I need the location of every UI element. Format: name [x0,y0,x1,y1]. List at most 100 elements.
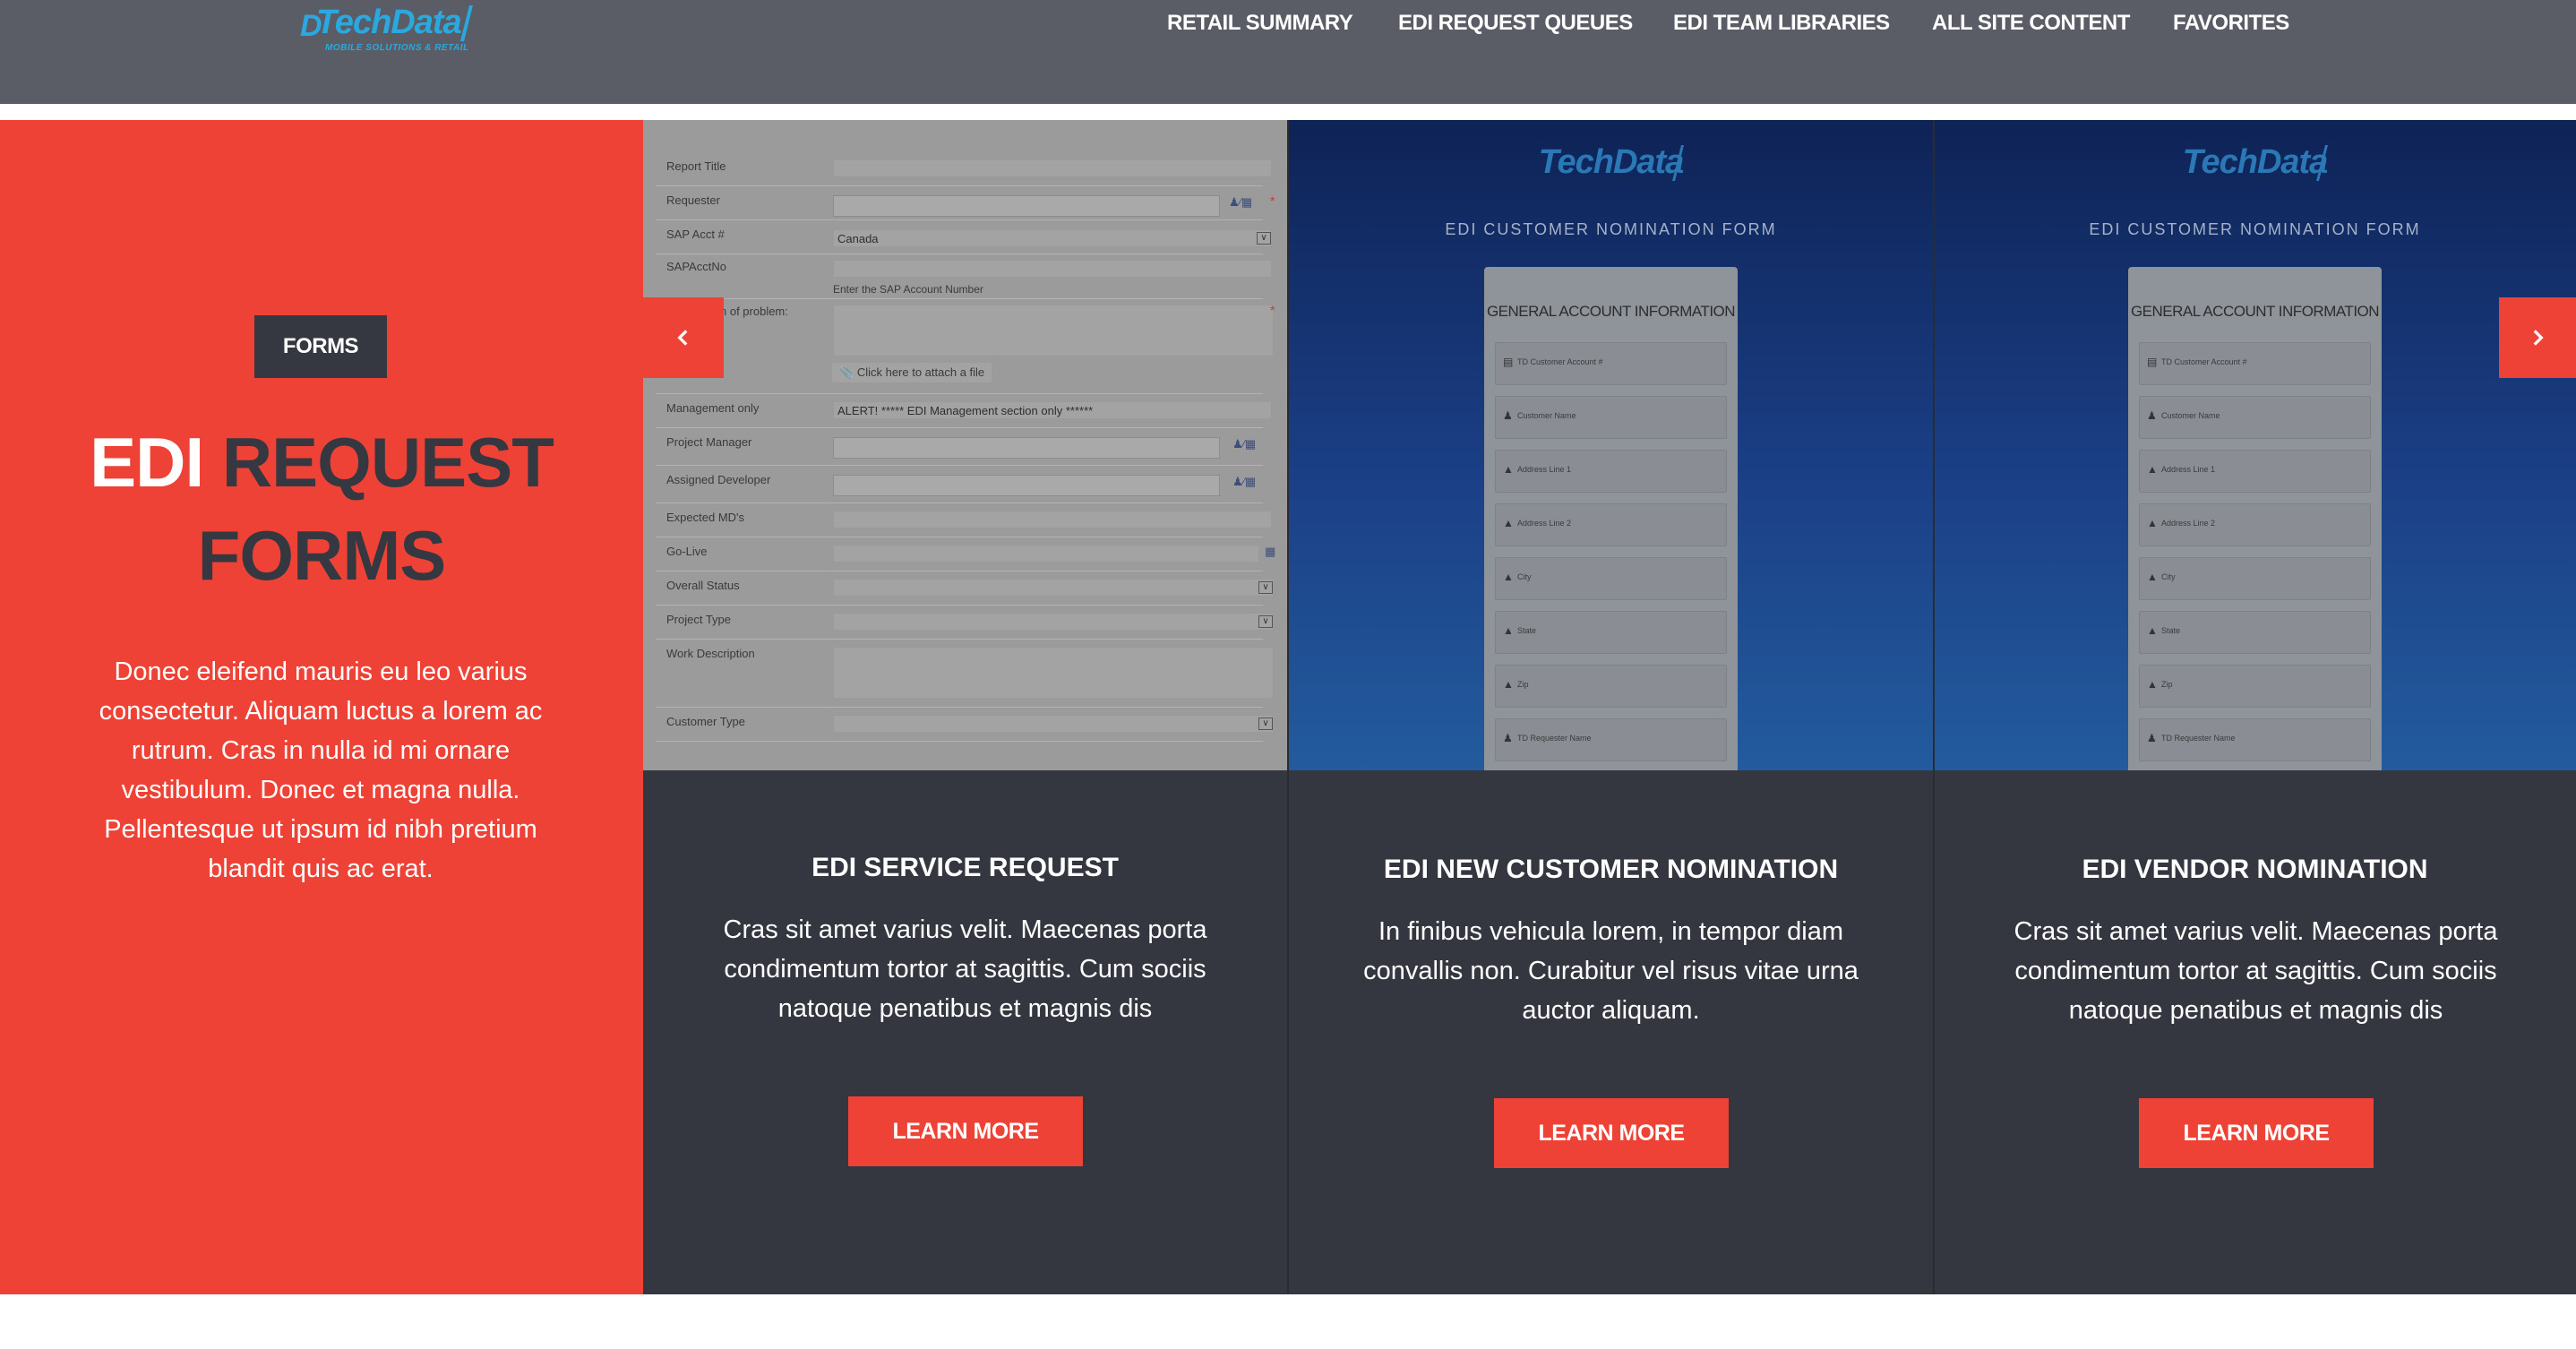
preview-field-label: TD Requester Name [2161,734,2236,743]
preview-techdata-logo: TechData [1538,143,1685,181]
preview-field-label: Zip [2161,680,2173,689]
card-body: EDI SERVICE REQUEST Cras sit amet varius… [643,770,1287,1294]
card-title: EDI SERVICE REQUEST [811,853,1119,882]
preview-field: ▲ Address Line 2 [2139,503,2371,546]
map-pin-icon: ▲ [2147,624,2158,637]
form-row-label: SAP Acct # [666,228,725,241]
preview-field: ▲ State [2139,611,2371,654]
user-icon: ♟ [2147,732,2157,744]
form-row-label: Expected MD's [666,511,745,524]
card-title: EDI VENDOR NOMINATION [2082,855,2428,884]
form-row: Requester ♟∕▦ * [656,186,1275,220]
card-description: In finibus vehicula lorem, in tempor dia… [1363,917,1859,1025]
form-row-field [833,545,1259,563]
calendar-icon: ▦ [1265,545,1276,558]
preview-section-title: GENERAL ACCOUNT INFORMATION [1486,303,1736,320]
chevron-down-icon: ∨ [1258,717,1273,730]
form-row-field [833,260,1272,278]
form-row: Report Title [656,152,1272,186]
card-title: EDI NEW CUSTOMER NOMINATION [1383,855,1839,884]
preview-field: ▤ TD Customer Account # [2139,342,2371,385]
preview-techdata-logo: TechData [2182,143,2329,181]
preview-field: ▤ TD Customer Account # [1495,342,1727,385]
map-pin-icon: ▲ [2147,463,2158,476]
id-card-icon: ▤ [2147,356,2158,368]
preview-field-label: City [2161,572,2176,581]
form-row-label: Report Title [666,159,726,173]
preview-field-label: Address Line 1 [2161,465,2216,474]
people-picker-icon: ♟∕▦ [1232,475,1257,488]
forms-tag: FORMS [254,315,387,378]
form-row: Assigned Developer ♟∕▦ [656,466,1263,503]
carousel-next-button[interactable] [2499,297,2576,378]
form-row: Overall Status ∨ [656,571,1274,606]
techdata-logo[interactable]: D TechData MOBILE SOLUTIONS & RETAIL [300,4,473,57]
card-description: Cras sit amet varius velit. Maecenas por… [2014,917,2498,1025]
preview-field-label: Address Line 1 [1517,465,1572,474]
form-row-field [833,159,1272,177]
form-row-field [833,647,1274,699]
preview-field: ▲ Address Line 1 [1495,450,1727,493]
learn-more-button[interactable]: LEARN MORE [848,1096,1083,1166]
carousel-prev-button[interactable] [643,297,724,378]
form-row: Expected MD's [656,503,1272,537]
attach-file-link: 📎 Click here to attach a file [831,362,993,383]
form-row-field [833,195,1220,217]
nav-edi-team-libraries[interactable]: EDI TEAM LIBRARIES [1673,11,1890,36]
learn-more-button[interactable]: LEARN MORE [2139,1098,2374,1168]
nav-favorites[interactable]: FAVORITES [2173,11,2289,36]
preview-field: ▲ Zip [2139,665,2371,708]
nav-retail-summary[interactable]: RETAIL SUMMARY [1167,11,1353,36]
logo-tagline: MOBILE SOLUTIONS & RETAIL [325,43,469,53]
people-picker-icon: ♟∕▦ [1229,195,1253,209]
id-card-icon: ▤ [1503,356,1514,368]
form-row-hint: Enter the SAP Account Number [833,283,983,296]
user-icon: ♟ [2147,409,2157,422]
preview-field: ♟ Customer Name [1495,396,1727,439]
form-row-field [833,437,1220,459]
preview-form-panel: GENERAL ACCOUNT INFORMATION ▤ TD Customer… [1484,267,1738,770]
user-icon: ♟ [1503,732,1513,744]
preview-field-label: Customer Name [1517,411,1576,420]
map-pin-icon: ▲ [1503,678,1514,691]
chevron-right-icon [2533,330,2544,346]
card-edi-service-request: Report Title Requester ♟∕▦ * SAP Acct # … [643,120,1287,1294]
intro-description: Donec eleifend mauris eu leo varius cons… [99,657,543,883]
chevron-down-icon: ∨ [1258,581,1273,594]
form-row: Work Description [656,640,1274,708]
map-pin-icon: ▲ [2147,571,2158,583]
form-row-label: n of problem: [720,305,788,318]
preview-field: ▲ City [2139,557,2371,600]
form-row-label: Work Description [666,647,755,660]
intro-title-word-forms: FORMS [197,516,447,595]
preview-field-label: Customer Name [2161,411,2220,420]
learn-more-button[interactable]: LEARN MORE [1494,1098,1729,1168]
nav-edi-request-queues[interactable]: EDI REQUEST QUEUES [1398,11,1633,36]
logo-accent-bar [460,5,473,41]
map-pin-icon: ▲ [1503,463,1514,476]
map-pin-icon: ▲ [2147,517,2158,529]
preview-field: ▲ Address Line 1 [2139,450,2371,493]
nav-all-site-content[interactable]: ALL SITE CONTENT [1932,11,2130,36]
preview-field-label: TD Customer Account # [2161,357,2247,366]
intro-panel: FORMS EDI REQUEST FORMS Donec eleifend m… [0,120,643,1294]
people-picker-icon: ♟∕▦ [1232,437,1257,451]
form-row-value: Canada [837,232,879,245]
form-row-label: Customer Type [666,715,745,728]
required-asterisk-icon: * [1270,303,1275,317]
form-row: Project Type ∨ [656,606,1274,640]
required-asterisk-icon: * [1270,193,1275,208]
preview-section-title: GENERAL ACCOUNT INFORMATION [2130,303,2380,320]
intro-title-word-edi: EDI [90,423,204,502]
form-row-field: Canada ∨ [833,229,1272,247]
card-body: EDI NEW CUSTOMER NOMINATION In finibus v… [1289,770,1933,1294]
form-row-field [833,305,1274,357]
form-row: Management only ALERT! ***** EDI Managem… [656,394,1272,428]
intro-title: EDI REQUEST FORMS [0,416,643,602]
preview-field-label: TD Requester Name [1517,734,1592,743]
preview-field-label: Address Line 2 [2161,519,2216,528]
card-body: EDI VENDOR NOMINATION Cras sit amet vari… [1934,770,2576,1294]
preview-form-subtitle: EDI CUSTOMER NOMINATION FORM [2089,220,2421,238]
form-row-label: Go-Live [666,545,708,558]
form-row-field: ALERT! ***** EDI Management section only… [833,401,1272,419]
